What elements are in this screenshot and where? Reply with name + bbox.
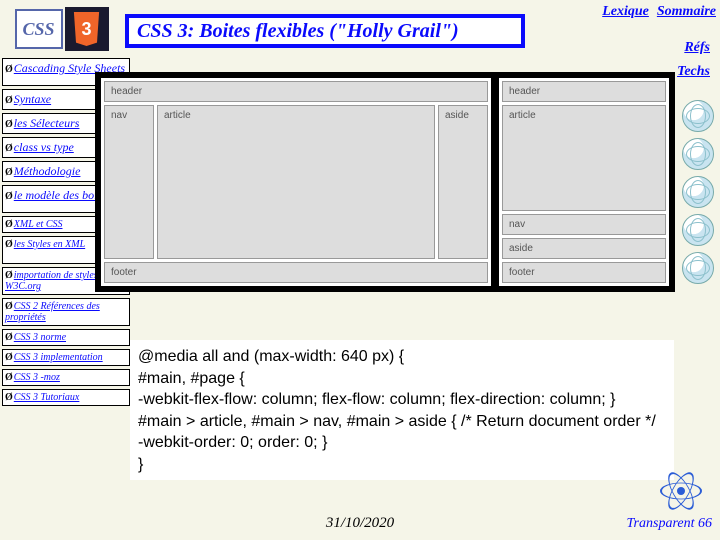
code-line: #main > article, #main > nav, #main > as…: [138, 411, 666, 433]
layout-header: header: [104, 81, 488, 102]
sidebar-item[interactable]: ØCSS 3 Tutoriaux: [2, 389, 130, 406]
layout-nav: nav: [104, 105, 154, 259]
globe-icons: [682, 100, 714, 284]
globe-icon[interactable]: [682, 252, 714, 284]
atom-icon: [660, 470, 702, 512]
globe-icon[interactable]: [682, 138, 714, 170]
sidebar-item[interactable]: ØCSS 3 -moz: [2, 369, 130, 386]
refs-link[interactable]: Réfs: [684, 40, 710, 56]
layout-footer: footer: [502, 262, 666, 283]
layout-footer: footer: [104, 262, 488, 283]
logo-area: CSS 3: [4, 4, 119, 54]
sommaire-link[interactable]: Sommaire: [653, 2, 720, 22]
footer-date: 31/10/2020: [0, 515, 720, 532]
layout-wide: header nav article aside footer: [101, 78, 491, 286]
layout-aside: aside: [438, 105, 488, 259]
layout-narrow: header article nav aside footer: [499, 78, 669, 286]
layout-nav: nav: [502, 214, 666, 235]
lexique-link[interactable]: Lexique: [598, 2, 653, 22]
layout-header: header: [502, 81, 666, 102]
globe-icon[interactable]: [682, 100, 714, 132]
sidebar-item[interactable]: ØCSS 3 implementation: [2, 349, 130, 366]
top-nav: Lexique Sommaire: [598, 2, 720, 22]
globe-icon[interactable]: [682, 176, 714, 208]
layout-article: article: [157, 105, 435, 259]
code-line: }: [138, 454, 666, 476]
techs-link[interactable]: Techs: [677, 64, 710, 80]
sidebar-item[interactable]: ØCSS 3 norme: [2, 329, 130, 346]
flexbox-diagram: header nav article aside footer header a…: [95, 72, 675, 292]
layout-article: article: [502, 105, 666, 211]
code-line: @media all and (max-width: 640 px) {: [138, 346, 666, 368]
slide-number: Transparent 66: [627, 516, 712, 532]
globe-icon[interactable]: [682, 214, 714, 246]
code-snippet: @media all and (max-width: 640 px) { #ma…: [130, 340, 674, 480]
layout-aside: aside: [502, 238, 666, 259]
css3-shield-logo: 3: [65, 7, 109, 51]
code-line: -webkit-flex-flow: column; flex-flow: co…: [138, 389, 666, 411]
code-line: -webkit-order: 0; order: 0; }: [138, 432, 666, 454]
page-title: CSS 3: Boites flexibles ("Holly Grail"): [125, 14, 525, 48]
css-logo: CSS: [15, 9, 63, 49]
shield-icon: 3: [72, 12, 102, 46]
sidebar-item[interactable]: ØCSS 2 Références des propriétés: [2, 298, 130, 326]
code-line: #main, #page {: [138, 368, 666, 390]
